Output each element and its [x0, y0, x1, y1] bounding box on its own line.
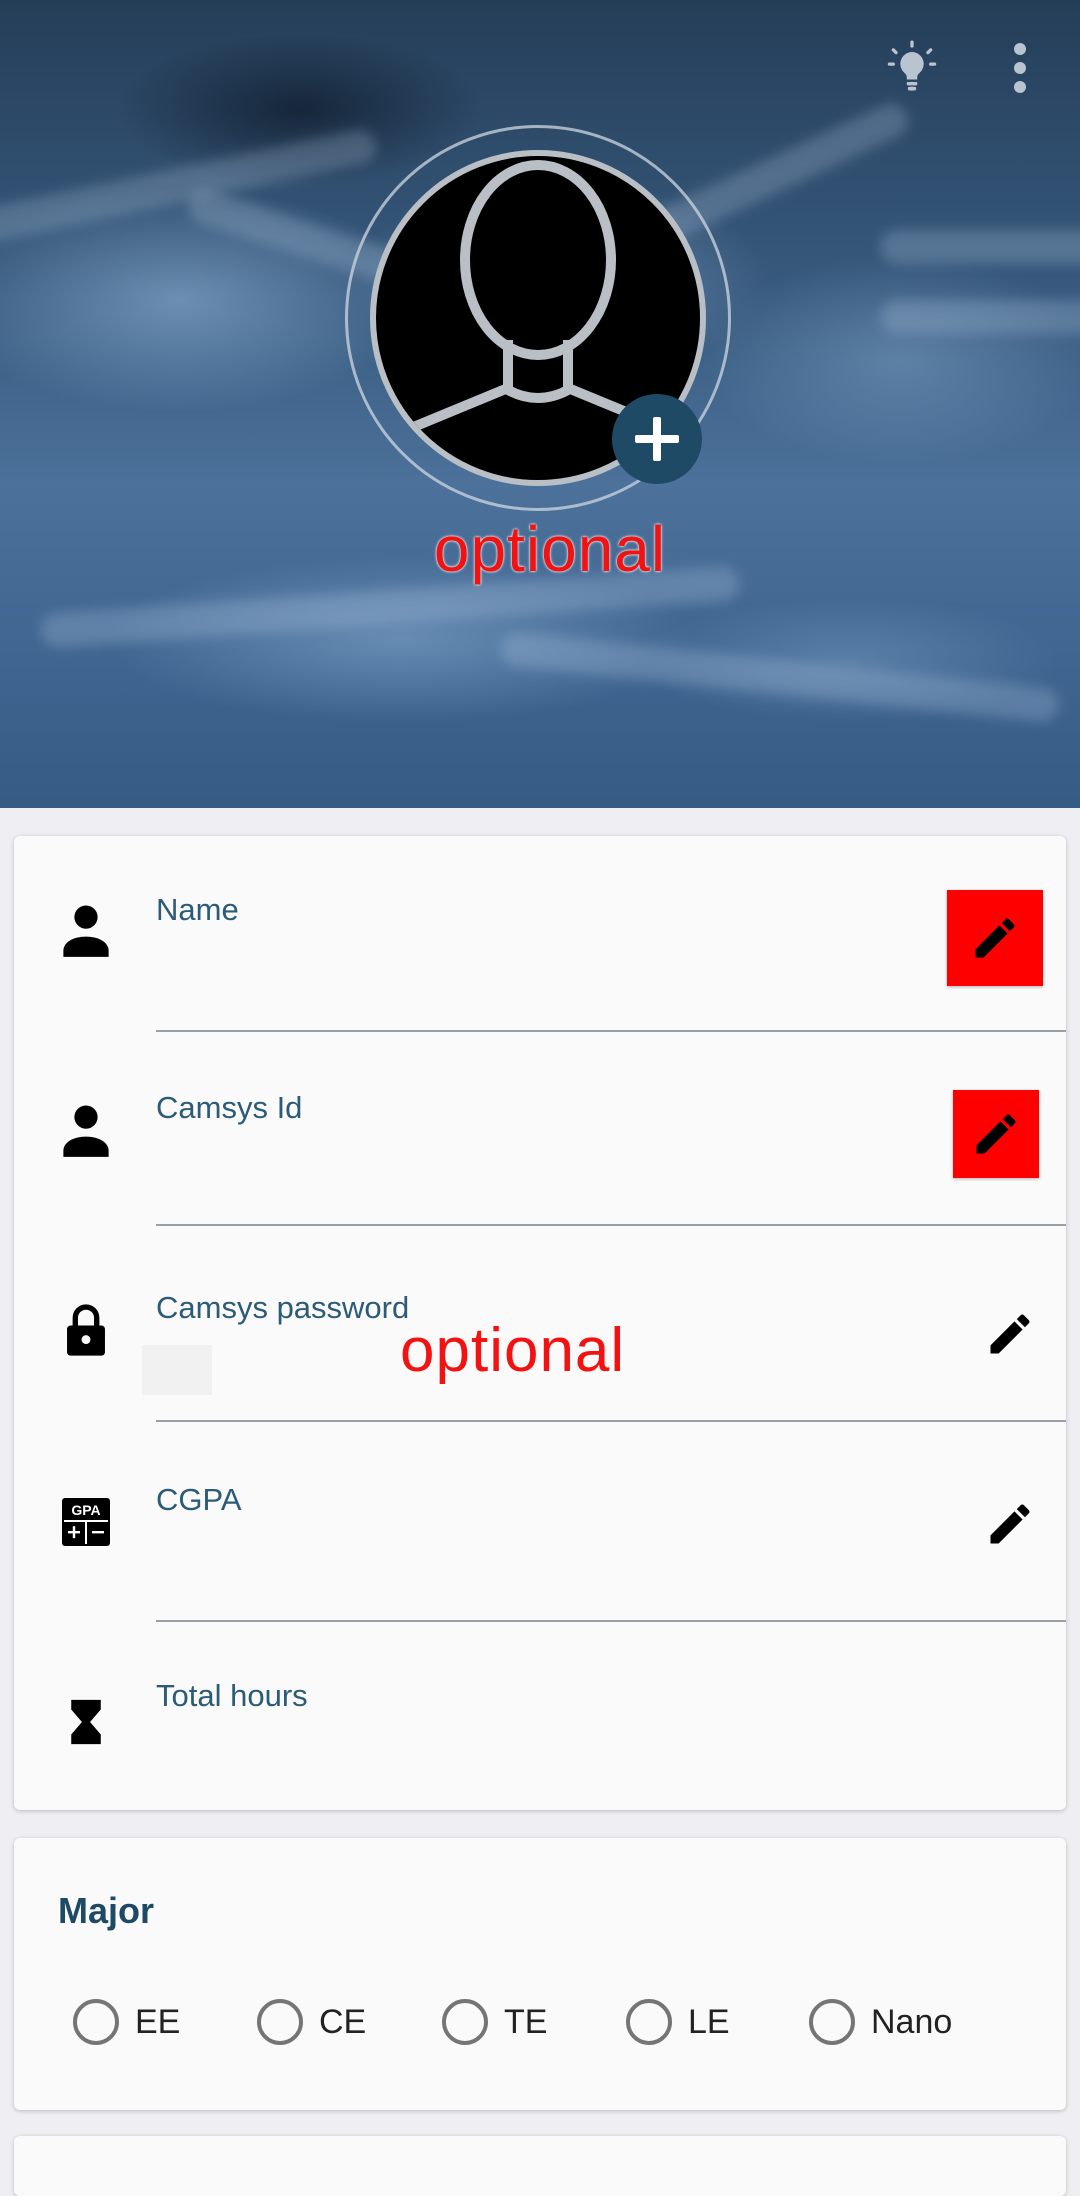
pencil-icon: [975, 918, 1015, 958]
password-input-area[interactable]: [142, 1345, 212, 1395]
next-card: [14, 2136, 1066, 2196]
pencil-icon: [976, 1114, 1016, 1154]
edit-name-button[interactable]: [947, 890, 1043, 986]
major-option-label: Nano: [871, 2002, 953, 2041]
total-hours-label: Total hours: [156, 1678, 308, 1713]
radio-button[interactable]: [626, 1999, 672, 2045]
major-card: Major EE CE TE LE Nano: [14, 1838, 1066, 2110]
major-title: Major: [58, 1890, 155, 1931]
lock-icon: [58, 1302, 114, 1358]
edit-camsys-id-button[interactable]: [953, 1090, 1039, 1178]
name-label: Name: [156, 892, 239, 927]
edit-camsys-password-button[interactable]: [962, 1286, 1058, 1382]
avatar-optional-annotation: optional: [433, 513, 667, 585]
camsys-id-field[interactable]: Camsys Id: [14, 1032, 1066, 1232]
camsys-id-underline: [156, 1224, 1066, 1226]
major-option-te[interactable]: TE: [442, 1994, 547, 2050]
major-option-label: EE: [135, 2002, 181, 2041]
background-book-blur: [880, 230, 1080, 264]
background-book-blur: [880, 300, 1080, 334]
plus-icon: [635, 417, 679, 461]
camsys-password-underline: [156, 1420, 1066, 1422]
password-optional-annotation: optional: [400, 1316, 626, 1385]
add-photo-button[interactable]: [612, 394, 702, 484]
total-hours-field: Total hours: [14, 1622, 1066, 1810]
radio-button[interactable]: [257, 1999, 303, 2045]
major-option-label: LE: [688, 2002, 730, 2041]
camsys-password-label: Camsys password: [156, 1290, 410, 1325]
radio-button[interactable]: [442, 1999, 488, 2045]
major-option-ce[interactable]: CE: [257, 1994, 366, 2050]
gpa-calculator-icon: GPA: [58, 1494, 114, 1550]
hourglass-icon: [58, 1694, 114, 1750]
lightbulb-icon[interactable]: [872, 28, 952, 108]
major-option-nano[interactable]: Nano: [809, 1994, 952, 2050]
cgpa-label: CGPA: [156, 1482, 242, 1517]
major-option-label: TE: [504, 2002, 548, 2041]
background-book-blur: [499, 630, 1061, 724]
edit-cgpa-button[interactable]: [962, 1476, 1058, 1572]
pencil-icon: [990, 1504, 1030, 1544]
person-icon: [58, 902, 114, 958]
cgpa-field[interactable]: GPA CGPA: [14, 1426, 1066, 1622]
more-vert-icon[interactable]: [980, 28, 1060, 108]
profile-header: optional: [0, 0, 1080, 808]
name-field[interactable]: Name: [14, 836, 1066, 1032]
person-icon: [58, 1102, 114, 1158]
major-option-ee[interactable]: EE: [73, 1994, 180, 2050]
gpa-icon-text: GPA: [71, 1502, 100, 1518]
radio-button[interactable]: [73, 1999, 119, 2045]
major-option-label: CE: [319, 2002, 367, 2041]
radio-button[interactable]: [809, 1999, 855, 2045]
major-option-le[interactable]: LE: [626, 1994, 730, 2050]
pencil-icon: [990, 1314, 1030, 1354]
camsys-id-label: Camsys Id: [156, 1090, 303, 1125]
